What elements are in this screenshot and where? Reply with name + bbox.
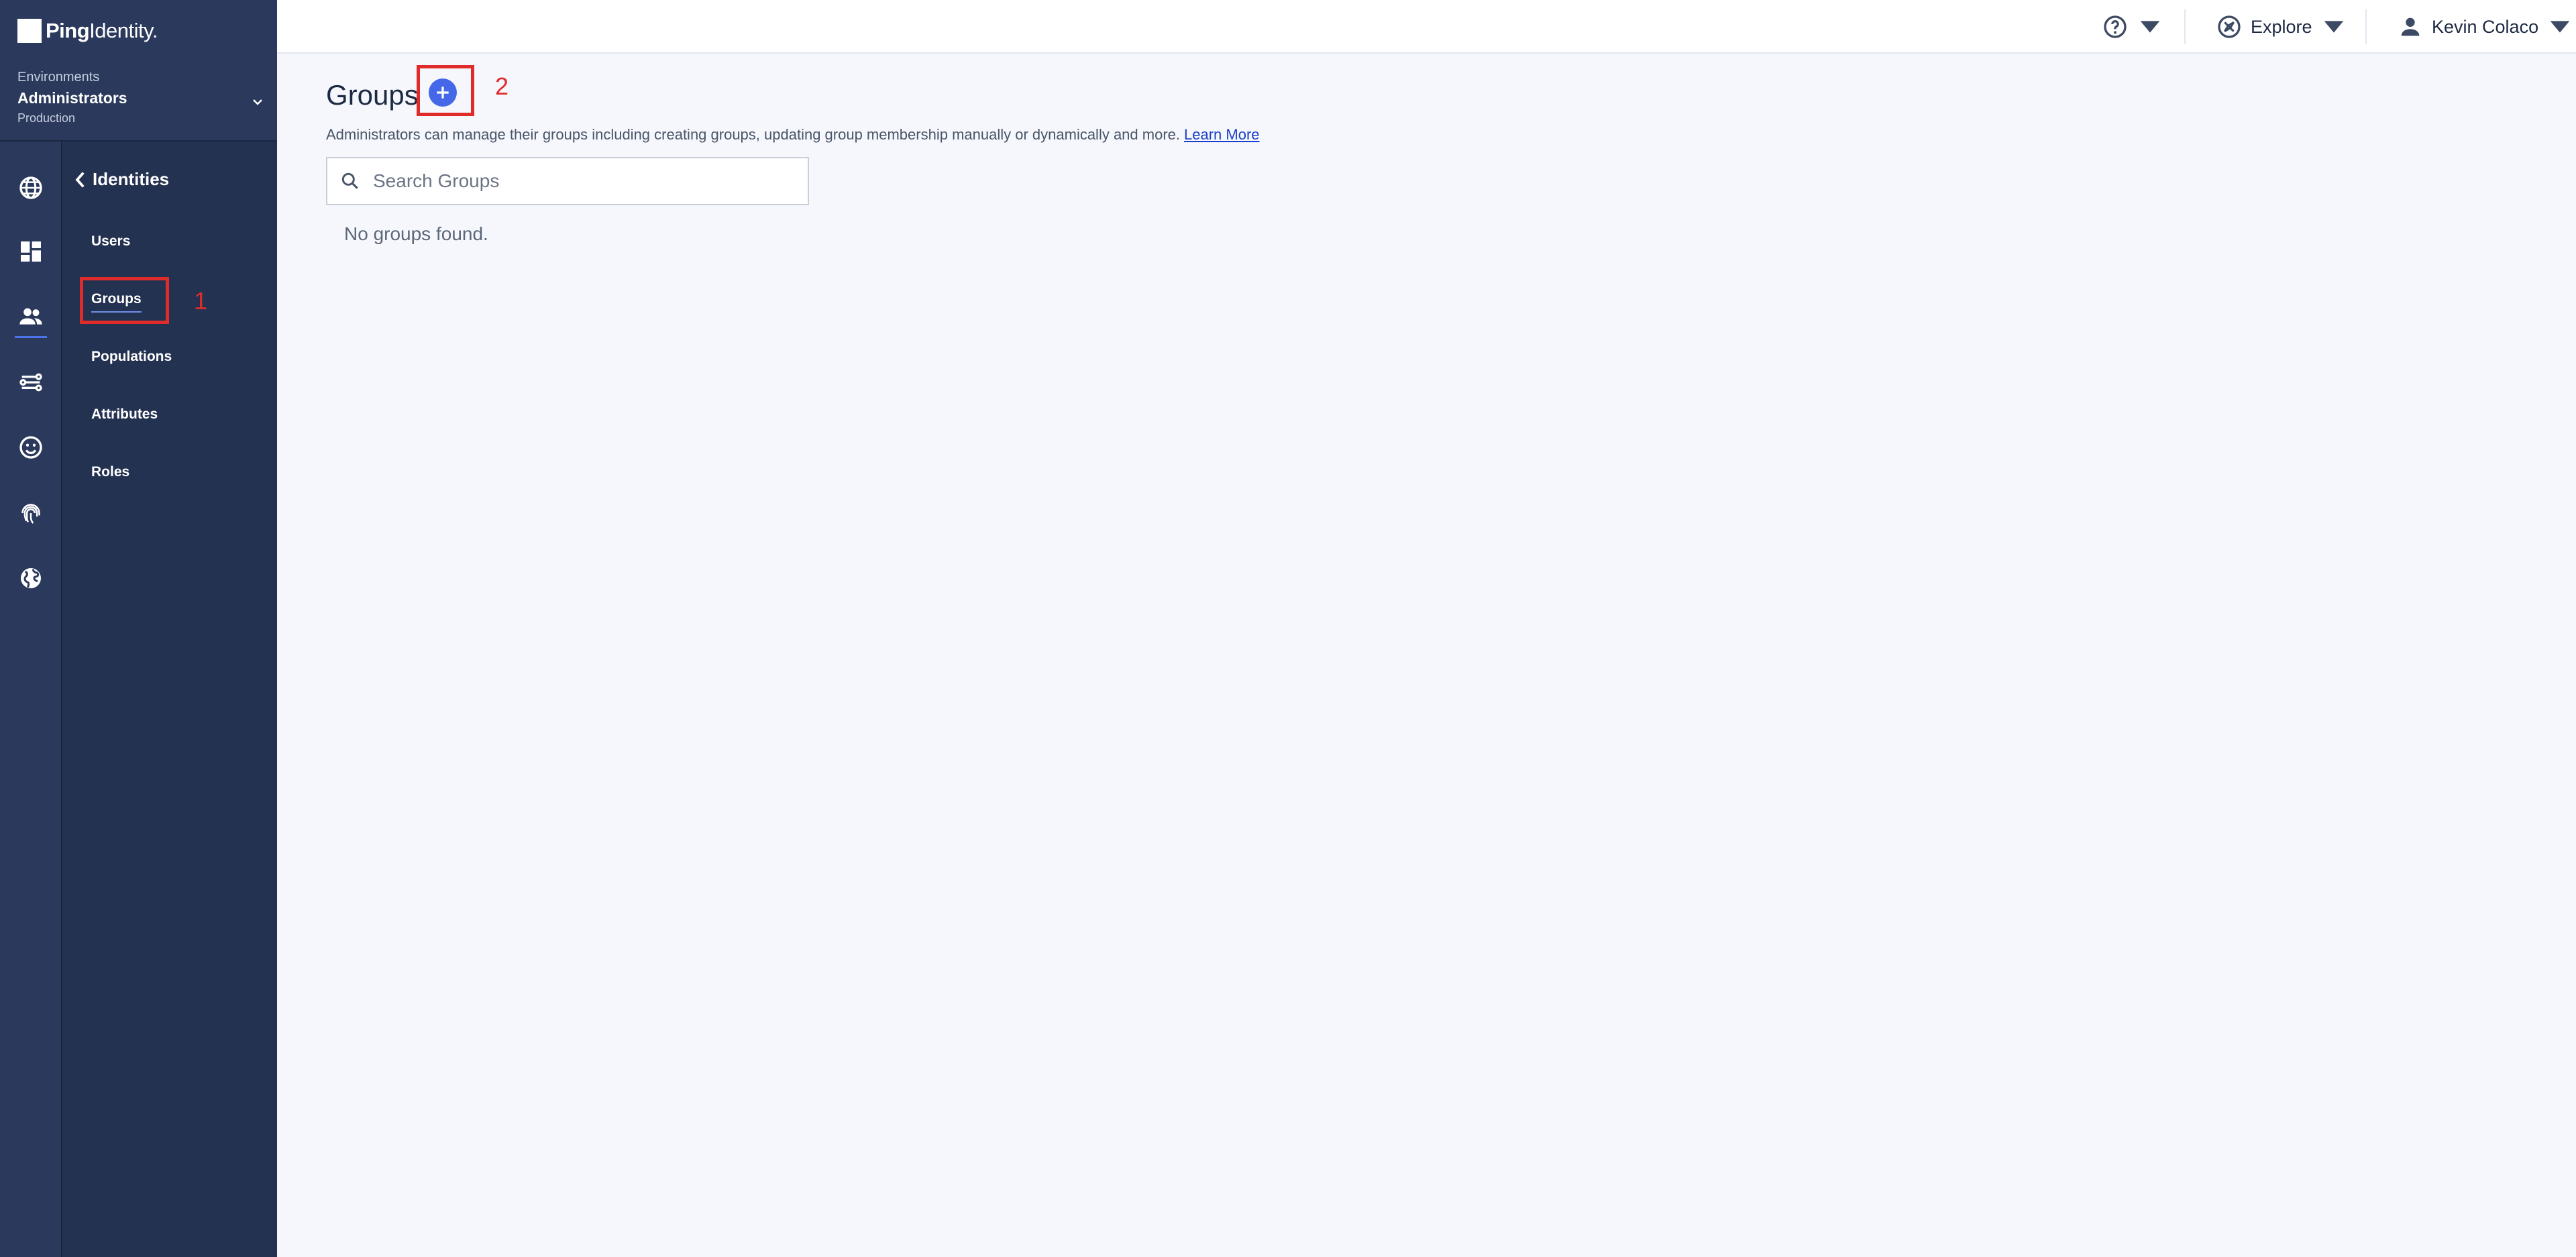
annotation-number-1: 1 bbox=[194, 287, 208, 315]
logo-text: PingIdentity. bbox=[46, 19, 158, 42]
help-icon bbox=[2104, 15, 2127, 38]
learn-more-link[interactable]: Learn More bbox=[1184, 126, 1260, 143]
chevron-down-icon bbox=[253, 99, 262, 105]
search-groups-box bbox=[326, 157, 809, 205]
world-icon[interactable] bbox=[17, 565, 44, 592]
search-icon bbox=[341, 172, 358, 189]
app-window: PingIdentity. Environments Administrator… bbox=[0, 0, 2576, 1257]
globe-icon[interactable] bbox=[17, 174, 44, 201]
subnav-item-attributes[interactable]: Attributes bbox=[91, 406, 158, 423]
page-title: Groups bbox=[326, 79, 419, 111]
description-text: Administrators can manage their groups i… bbox=[326, 126, 1181, 143]
top-header: Explore Kevin Colaco bbox=[277, 0, 2576, 54]
environment-selector[interactable]: Environments Administrators Production bbox=[17, 70, 266, 125]
search-groups-input[interactable] bbox=[373, 170, 802, 192]
annotation-box-2 bbox=[417, 65, 474, 116]
user-menu[interactable]: Kevin Colaco bbox=[2397, 0, 2573, 54]
dashboard-icon[interactable] bbox=[17, 238, 44, 265]
connections-icon[interactable] bbox=[17, 369, 44, 396]
back-link-label: Identities bbox=[93, 169, 170, 189]
annotation-box-1 bbox=[80, 277, 169, 324]
empty-state-message: No groups found. bbox=[344, 223, 488, 244]
subnav-item-users[interactable]: Users bbox=[91, 233, 130, 250]
user-name: Kevin Colaco bbox=[2432, 16, 2539, 37]
explore-label: Explore bbox=[2251, 16, 2312, 37]
header-divider bbox=[2365, 9, 2367, 44]
subnav-item-roles[interactable]: Roles bbox=[91, 464, 129, 480]
annotation-number-2: 2 bbox=[495, 72, 509, 100]
logo-mark bbox=[17, 19, 42, 43]
main-content: Groups 2 Administrators can manage their… bbox=[277, 54, 2576, 1257]
help-menu[interactable] bbox=[2102, 0, 2163, 54]
face-icon[interactable] bbox=[17, 434, 44, 461]
caret-down-icon bbox=[2140, 21, 2160, 33]
brand-separator bbox=[0, 140, 277, 142]
compass-icon bbox=[2218, 15, 2241, 38]
environment-type: Production bbox=[17, 111, 76, 125]
caret-down-icon bbox=[2324, 21, 2343, 33]
person-icon bbox=[2401, 17, 2420, 36]
environment-label: Environments bbox=[17, 70, 100, 85]
header-divider bbox=[2184, 9, 2186, 44]
subnav-item-populations[interactable]: Populations bbox=[91, 349, 172, 365]
explore-menu[interactable]: Explore bbox=[2216, 0, 2347, 54]
users-icon[interactable] bbox=[15, 303, 47, 338]
page-description: Administrators can manage their groups i… bbox=[326, 126, 1260, 144]
caret-down-icon bbox=[2550, 21, 2570, 33]
rail-divider bbox=[61, 141, 62, 1257]
environment-name: Administrators bbox=[17, 89, 127, 107]
chevron-left-icon bbox=[75, 171, 85, 188]
ping-identity-logo[interactable]: PingIdentity. bbox=[17, 17, 158, 44]
back-to-identities-link[interactable]: Identities bbox=[74, 169, 169, 190]
fingerprint-icon[interactable] bbox=[17, 500, 44, 527]
